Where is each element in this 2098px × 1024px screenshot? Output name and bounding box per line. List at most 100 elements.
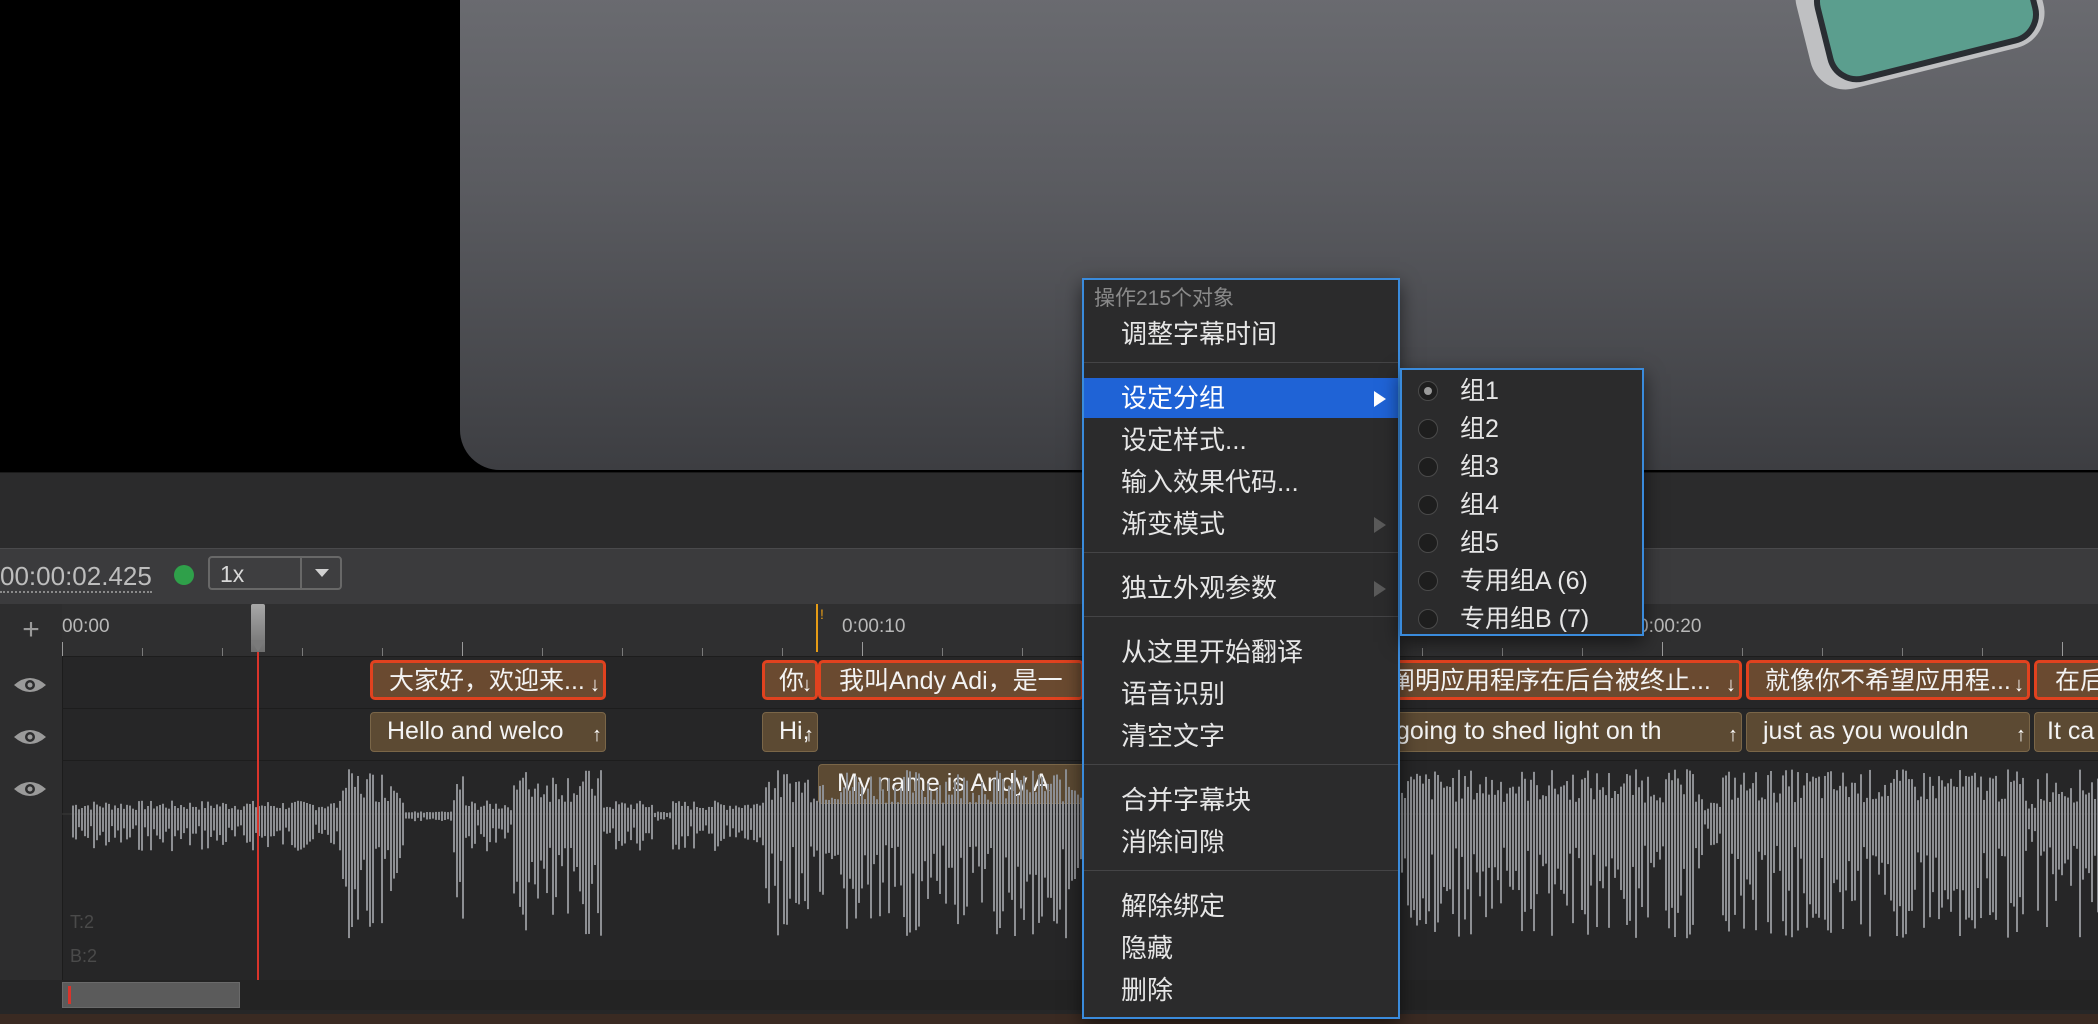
- menu-item-input-effect-code[interactable]: 输入效果代码...: [1084, 462, 1398, 502]
- waveform-bar: [504, 805, 506, 839]
- waveform-bar: [417, 812, 419, 818]
- subtitle-block-cn[interactable]: 就像你不希望应用程... ↓: [1746, 660, 2030, 700]
- subtitle-block-cn[interactable]: 你 ↓: [762, 660, 818, 700]
- waveform-bar: [1797, 772, 1799, 931]
- plus-icon: +: [22, 613, 40, 646]
- waveform-bar: [1053, 775, 1055, 922]
- waveform-bar: [1674, 769, 1676, 938]
- group-option-special-b[interactable]: 专用组B (7): [1402, 600, 1642, 638]
- waveform-bar: [402, 802, 404, 846]
- menu-item-speech-recognition[interactable]: 语音识别: [1084, 674, 1398, 714]
- group-option-2[interactable]: 组2: [1402, 410, 1642, 448]
- waveform-bar: [468, 806, 470, 837]
- menu-item-set-style[interactable]: 设定样式...: [1084, 420, 1398, 460]
- group-option-special-a[interactable]: 专用组A (6): [1402, 562, 1642, 600]
- timeline-scrollbar-thumb[interactable]: [62, 982, 240, 1008]
- waveform-bar: [1578, 798, 1580, 859]
- time-ruler[interactable]: 00:00 0:00:10 0:00:20: [62, 604, 2098, 657]
- current-time-display[interactable]: 00:00:02.425: [0, 561, 152, 593]
- arrow-up-icon: ↑: [804, 724, 814, 746]
- menu-item-label: 解除绑定: [1121, 891, 1226, 921]
- waveform-bar: [510, 810, 512, 825]
- waveform-bar: [1428, 778, 1430, 912]
- arrow-up-icon: ↑: [2016, 724, 2026, 746]
- waveform-bar: [75, 804, 77, 840]
- timeline-scrollbar[interactable]: [62, 980, 2098, 1010]
- waveform-bar: [1926, 799, 1928, 856]
- eye-icon[interactable]: [12, 726, 48, 748]
- waveform-bar: [477, 809, 479, 826]
- subtitle-block-cn[interactable]: 我叫Andy Adi，是一: [818, 660, 1084, 700]
- waveform-bar: [1854, 782, 1856, 901]
- group-option-4[interactable]: 组4: [1402, 486, 1642, 524]
- menu-item-set-group[interactable]: 设定分组: [1084, 378, 1398, 418]
- waveform-bar: [996, 770, 998, 935]
- waveform-bar: [405, 812, 407, 819]
- eye-icon[interactable]: [12, 778, 48, 800]
- waveform-bar: [1602, 787, 1604, 889]
- subtitle-block-en[interactable]: going to shed light on th ↑: [1384, 712, 1742, 752]
- waveform-bar: [450, 811, 452, 821]
- waveform-bar: [240, 809, 242, 826]
- subtitle-block-cn[interactable]: 阐明应用程序在后台被终止... ↓: [1382, 660, 1742, 700]
- ruler-label: 0:00:10: [842, 616, 906, 637]
- waveform-bar: [852, 787, 854, 889]
- waveform-bar: [216, 804, 218, 841]
- group-option-5[interactable]: 组5: [1402, 524, 1642, 562]
- waveform-bar: [1890, 782, 1892, 901]
- bottom-strip: [0, 1014, 2098, 1024]
- waveform-bar: [120, 803, 122, 843]
- waveform-bar: [1035, 792, 1037, 875]
- waveform-bar: [2061, 791, 2063, 876]
- waveform-bar: [1767, 775, 1769, 923]
- subtitle-block-en[interactable]: Hello and welco ↑: [370, 712, 606, 752]
- menu-item-adjust-timing[interactable]: 调整字幕时间: [1084, 314, 1398, 354]
- radio-selected-icon: [1418, 381, 1438, 401]
- waveform-bar: [2025, 800, 2027, 851]
- ruler-tick: [1662, 642, 1663, 656]
- menu-item-delete[interactable]: 删除: [1084, 970, 1398, 1010]
- subtitle-block-cn[interactable]: 大家好，欢迎来... ↓: [370, 660, 606, 700]
- subtitle-text: 在后: [2055, 667, 2098, 695]
- waveform-bar: [453, 800, 455, 853]
- ruler-tick: [1422, 648, 1423, 656]
- waveform-bar: [807, 779, 809, 910]
- menu-item-gradient-mode[interactable]: 渐变模式: [1084, 504, 1398, 544]
- audio-waveform[interactable]: [62, 764, 2098, 976]
- waveform-bar: [408, 812, 410, 819]
- waveform-bar: [483, 805, 485, 837]
- waveform-bar: [1950, 778, 1952, 912]
- group-option-label: 专用组A (6): [1460, 567, 1588, 595]
- waveform-bar: [1482, 793, 1484, 872]
- menu-item-unbind[interactable]: 解除绑定: [1084, 886, 1398, 926]
- waveform-bar: [1860, 774, 1862, 925]
- menu-item-appearance-params[interactable]: 独立外观参数: [1084, 568, 1398, 608]
- eye-icon[interactable]: [12, 674, 48, 696]
- menu-item-merge-blocks[interactable]: 合并字幕块: [1084, 780, 1398, 820]
- playback-speed-select[interactable]: 1x: [208, 556, 342, 590]
- playback-speed-value: 1x: [220, 561, 245, 587]
- waveform-bar: [1062, 801, 1064, 850]
- subtitle-block-en[interactable]: just as you wouldn ↑: [1746, 712, 2030, 752]
- waveform-bar: [1749, 788, 1751, 885]
- menu-item-hide[interactable]: 隐藏: [1084, 928, 1398, 968]
- menu-item-clear-text[interactable]: 清空文字: [1084, 716, 1398, 756]
- subtitle-block-en[interactable]: It ca: [2034, 712, 2098, 752]
- subtitle-block-en[interactable]: Hi, ↑: [762, 712, 818, 752]
- waveform-bar: [636, 803, 638, 844]
- ruler-tick: [1022, 648, 1023, 656]
- group-option-3[interactable]: 组3: [1402, 448, 1642, 486]
- waveform-bar: [675, 802, 677, 845]
- menu-item-remove-gaps[interactable]: 消除间隙: [1084, 822, 1398, 862]
- marker-line[interactable]: [816, 604, 818, 652]
- waveform-bar: [1404, 798, 1406, 859]
- add-track-button[interactable]: +: [0, 604, 62, 656]
- menu-item-translate-from-here[interactable]: 从这里开始翻译: [1084, 632, 1398, 672]
- waveform-bar: [681, 805, 683, 837]
- waveform-bar: [1665, 779, 1667, 911]
- group-option-1[interactable]: 组1: [1402, 372, 1642, 410]
- subtitle-block-cn[interactable]: 在后: [2034, 660, 2098, 700]
- waveform-bar: [327, 806, 329, 835]
- waveform-bar: [1656, 800, 1658, 852]
- waveform-bar: [267, 802, 269, 848]
